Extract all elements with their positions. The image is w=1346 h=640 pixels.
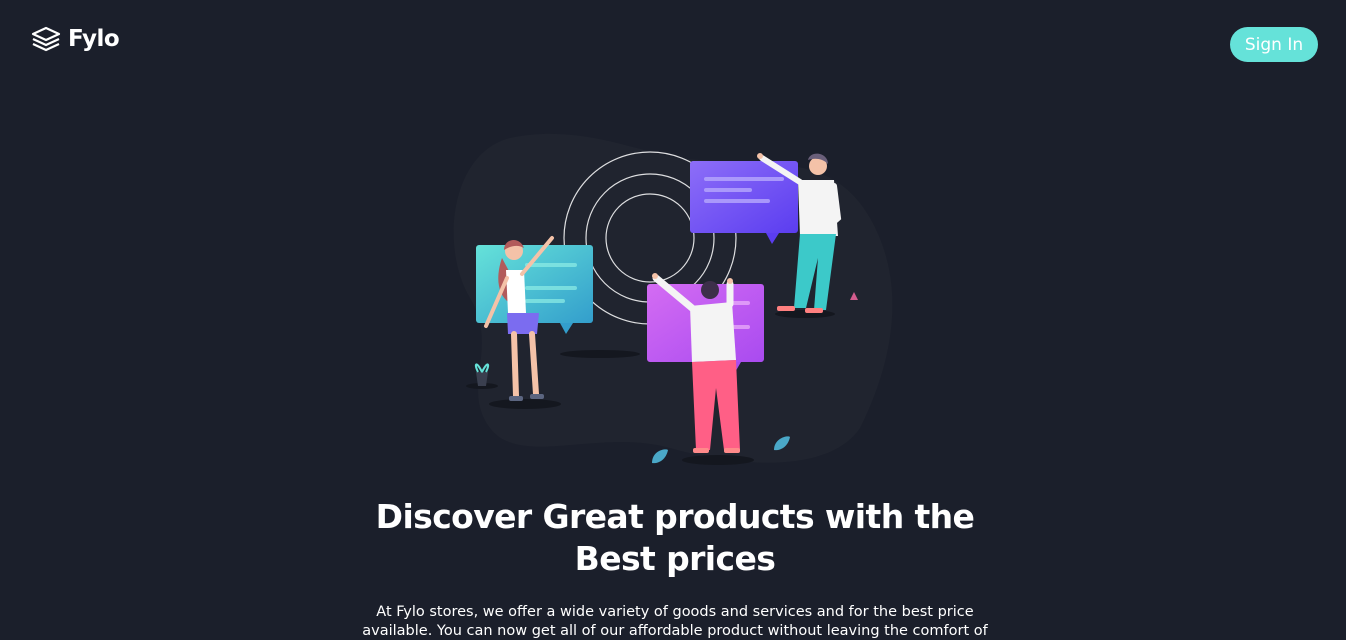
sign-in-button[interactable]: Sign In: [1230, 27, 1318, 62]
site-header: Fylo Sign In: [0, 0, 1346, 90]
brand-name: Fylo: [68, 26, 120, 52]
hero-title: Discover Great products with the Best pr…: [375, 497, 975, 578]
stacked-layers-icon: [31, 26, 61, 52]
hero-description: At Fylo stores, we offer a wide variety …: [362, 604, 988, 639]
brand-logo[interactable]: Fylo: [30, 24, 120, 54]
leaf-bottom-left: [652, 449, 668, 464]
landing-page: Fylo Sign In Discover Great products wit…: [0, 0, 1346, 640]
hero-illustration: [453, 133, 893, 465]
